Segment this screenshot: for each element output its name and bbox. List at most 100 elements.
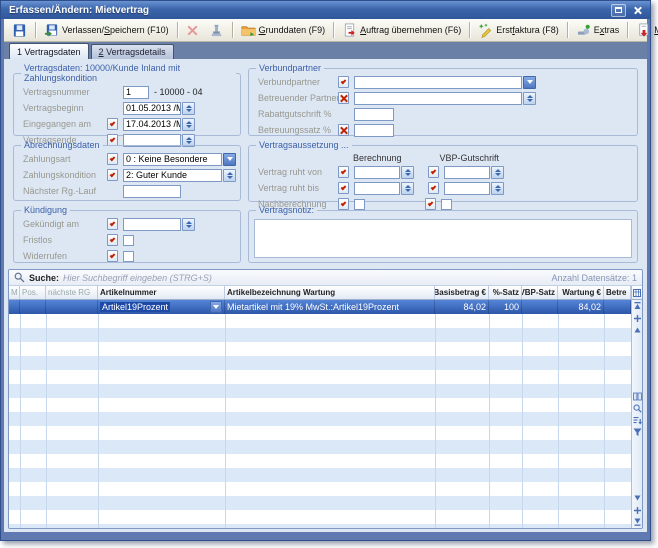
zahlungskondition-spinner[interactable] <box>223 169 236 182</box>
ruht-bis-vbp-spinner[interactable] <box>491 182 504 195</box>
section-legend: Verbundpartner <box>256 63 324 73</box>
ruht-von-berechnung-spinner[interactable] <box>401 166 414 179</box>
ruht-bis-vbp-field[interactable] <box>444 182 490 195</box>
column-header-satz[interactable]: %-Satz <box>489 286 522 299</box>
artikelnummer-value: Artikel19Prozent <box>100 302 170 312</box>
section-legend: Vertragsnotiz: <box>256 205 317 215</box>
column-chooser-button[interactable] <box>632 286 643 300</box>
column-header-naechste-rg[interactable]: nächste RG <box>46 286 98 299</box>
eingegangen-check-icon[interactable] <box>107 118 118 130</box>
section-vertragsaussetzung: Vertragsaussetzung ... Berechnung VBP-Gu… <box>248 140 638 202</box>
zahlungsart-field[interactable]: 0 : Keine Besondere <box>123 153 222 166</box>
grid-search-button[interactable] <box>632 402 643 414</box>
eingegangen-spinner[interactable] <box>182 118 195 131</box>
grid-filter-button[interactable] <box>632 426 643 438</box>
row-marker-cell <box>9 300 20 314</box>
vertragsnummer-field[interactable]: 1 <box>123 86 149 99</box>
scroll-first-button[interactable] <box>632 300 643 312</box>
window-controls <box>611 4 645 17</box>
betreuender-cross-icon[interactable] <box>338 92 349 104</box>
extras-button[interactable]: Extras <box>571 21 625 40</box>
tab-vertragsdaten[interactable]: 1 Vertragsdaten <box>9 43 89 59</box>
restore-icon <box>615 7 622 13</box>
ruht-bis-berechnung-field[interactable] <box>354 182 400 195</box>
scroll-last-button[interactable] <box>632 516 643 528</box>
fristlos-checkbox[interactable] <box>123 235 134 246</box>
ruht-von-berechnung-check-icon[interactable] <box>338 166 349 178</box>
delete-button[interactable] <box>181 21 204 40</box>
gekuendigt-check-icon[interactable] <box>107 218 118 230</box>
vertragsnotiz-textarea[interactable] <box>254 219 632 258</box>
ruht-von-vbp-field[interactable] <box>444 166 490 179</box>
minderung-button[interactable]: Minderung <box>631 21 658 40</box>
zahlungsart-check-icon[interactable] <box>107 153 118 165</box>
article-grid-panel: Suche: Hier Suchbegriff eingeben (STRG+S… <box>8 269 643 529</box>
rabattgutschrift-field[interactable] <box>354 108 394 121</box>
ruht-von-berechnung-field[interactable] <box>354 166 400 179</box>
restore-button[interactable] <box>611 4 626 17</box>
column-header-betre[interactable]: Betre <box>604 286 631 299</box>
grid-search-bar[interactable]: Suche: Hier Suchbegriff eingeben (STRG+S… <box>9 270 642 286</box>
column-header-vbp-satz[interactable]: VBP-Satz <box>522 286 558 299</box>
betreuungssatz-cross-icon[interactable] <box>338 124 349 136</box>
zahlungskondition-check-icon[interactable] <box>107 169 118 181</box>
search-icon <box>14 272 25 283</box>
artikelnummer-dropdown[interactable] <box>210 301 222 313</box>
column-header-artikelbezeichnung[interactable]: Artikelbezeichnung Wartung <box>225 286 435 299</box>
toolbar-separator <box>567 22 568 38</box>
zahlungskondition-field[interactable]: 2: Guter Kunde <box>123 169 222 182</box>
column-header-wartung[interactable]: Wartung € <box>558 286 604 299</box>
append-record-button[interactable] <box>632 504 643 516</box>
ruht-von-vbp-spinner[interactable] <box>491 166 504 179</box>
stamp-button[interactable] <box>204 21 229 40</box>
fristlos-check-icon[interactable] <box>107 234 118 246</box>
close-button[interactable] <box>630 4 645 17</box>
row-artikelnummer-cell[interactable]: Artikel19Prozent <box>98 300 225 314</box>
betreuungssatz-field[interactable] <box>354 124 394 137</box>
vertragsbeginn-spinner[interactable] <box>182 102 195 115</box>
erstfaktura-button[interactable]: Erstfaktura (F8) <box>473 21 564 40</box>
verbundpartner-field[interactable] <box>354 76 522 89</box>
column-header-basisbetrag[interactable]: Basisbetrag € <box>435 286 489 299</box>
eingegangen-am-field[interactable]: 17.04.2013 /Mi <box>123 118 181 131</box>
column-header-m[interactable]: M <box>9 286 20 299</box>
vertragsbeginn-field[interactable]: 01.05.2013 /Mi <box>123 102 181 115</box>
auftrag-uebernehmen-button[interactable]: Auftrag übernehmen (F6) <box>337 21 466 40</box>
zahlungsart-dropdown[interactable] <box>223 153 236 166</box>
verbundpartner-dropdown[interactable] <box>523 76 536 89</box>
verlassen-speichern-button[interactable]: Verlassen/Speichern (F10) <box>39 21 174 40</box>
widerrufen-check-icon[interactable] <box>107 250 118 262</box>
grunddaten-button[interactable]: Grunddaten (F9) <box>236 21 331 40</box>
ruht-bis-berechnung-check-icon[interactable] <box>338 182 349 194</box>
verbundpartner-check-icon[interactable] <box>338 76 349 88</box>
stamp-icon <box>209 23 224 38</box>
titlebar[interactable]: Erfassen/Ändern: Mietvertrag <box>1 1 650 19</box>
ruht-bis-vbp-check-icon[interactable] <box>428 182 439 194</box>
berechnung-column-label: Berechnung <box>353 153 402 163</box>
betreuender-partner-field[interactable] <box>354 92 522 105</box>
naechster-rg-lauf-field[interactable] <box>123 185 181 198</box>
widerrufen-checkbox[interactable] <box>123 251 134 262</box>
search-input-hint[interactable]: Hier Suchbegriff eingeben (STRG+S) <box>63 273 212 283</box>
column-header-pos[interactable]: Pos. <box>20 286 46 299</box>
gekuendigt-am-field[interactable] <box>123 218 181 231</box>
betreuender-spinner[interactable] <box>523 92 536 105</box>
extras-tools-icon <box>576 23 591 38</box>
grid-sort-button[interactable] <box>632 414 643 426</box>
ruht-bis-berechnung-spinner[interactable] <box>401 182 414 195</box>
row-vbp-satz-cell <box>522 300 558 314</box>
save-button[interactable] <box>7 21 32 40</box>
insert-record-button[interactable] <box>632 312 643 324</box>
ruht-von-vbp-check-icon[interactable] <box>428 166 439 178</box>
scroll-down-button[interactable] <box>632 492 643 504</box>
eingegangen-am-label: Eingegangen am <box>23 119 107 129</box>
tab-vertragsdetails[interactable]: 2 Vertragsdetails <box>91 44 174 59</box>
toolbar-separator <box>177 22 178 38</box>
empty-rows-area[interactable] <box>9 314 631 528</box>
gekuendigt-spinner[interactable] <box>182 218 195 231</box>
column-header-artikelnummer[interactable]: Artikelnummer <box>98 286 225 299</box>
grid-columns-button[interactable] <box>632 390 643 402</box>
zahlungskondition-label: Zahlungskondition <box>23 170 107 180</box>
scroll-up-button[interactable] <box>632 324 643 336</box>
table-row-selected[interactable]: Artikel19Prozent Mietartikel mit 19% MwS… <box>9 300 631 314</box>
